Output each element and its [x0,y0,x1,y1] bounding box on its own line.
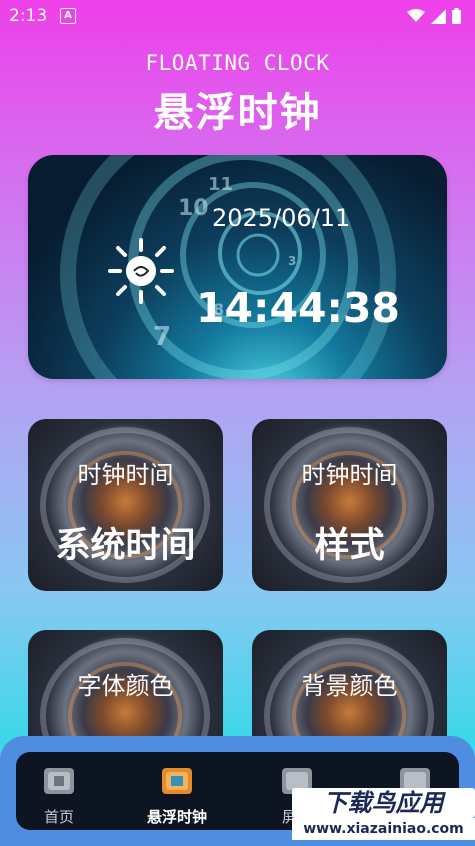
status-time: 2:13 [9,6,48,26]
card-title: 样式 [314,526,385,566]
svg-text:3: 3 [288,254,296,268]
watermark-title: 下载鸟应用 [292,788,475,818]
site-watermark: 下载鸟应用 www.xiazainiao.com [292,788,475,844]
hero-time: 14:44:38 [196,284,400,332]
signal-icon [431,8,446,24]
nav-item-floating-clock[interactable]: 悬浮时钟 [132,758,222,828]
card-subtitle: 时钟时间 [301,461,398,489]
battery-icon [452,8,461,24]
card-subtitle: 背景颜色 [301,672,398,700]
card-title: 系统时间 [55,526,196,566]
system-time-card[interactable]: 时钟时间 系统时间 [28,419,223,591]
card-subtitle: 时钟时间 [77,461,174,489]
notification-icon: A [60,8,76,24]
app-title-english: FLOATING CLOCK [145,51,330,75]
nav-label-floating-clock: 悬浮时钟 [146,808,207,826]
svg-text:7: 7 [153,322,171,352]
svg-text:11: 11 [208,174,233,195]
status-icons [407,8,461,24]
nav-item-home[interactable]: 首页 [14,758,104,828]
hero-date: 2025/06/11 [212,204,351,232]
home-box-icon [44,768,74,794]
sun-icon [108,238,174,304]
clock-style-card[interactable]: 时钟时间 样式 [252,419,447,591]
card-subtitle: 字体颜色 [77,672,174,700]
spiral-clock-background: 10 11 7 8 4 3 [60,155,396,379]
wifi-icon [407,9,425,22]
clock-preview-card[interactable]: 10 11 7 8 4 3 2025/06/11 14:44:38 [28,155,447,379]
status-bar: 2:13 A [0,0,475,34]
watermark-url: www.xiazainiao.com [292,818,475,840]
svg-text:10: 10 [178,196,209,221]
app-title-chinese: 悬浮时钟 [153,90,322,136]
floating-clock-box-icon [162,768,192,794]
nav-label-home: 首页 [43,808,74,826]
